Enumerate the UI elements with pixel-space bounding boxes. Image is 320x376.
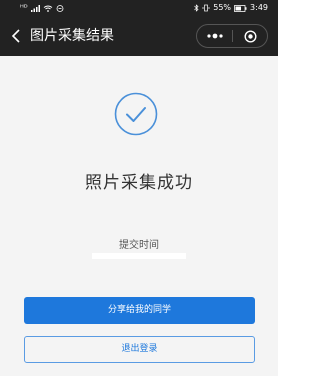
clock: 3:49 [250, 3, 268, 12]
signal-bars-icon [30, 4, 40, 12]
check-circle-icon [114, 92, 158, 136]
status-bar: ᴴᴰ 55% 3:49 [0, 0, 278, 16]
battery-icon [234, 4, 247, 12]
close-mini-program-button[interactable] [233, 25, 267, 47]
result-content: 照片采集成功 提交时间 分享给我的同学 退出登录 [0, 56, 278, 376]
bluetooth-icon [194, 4, 199, 12]
nav-bar: 图片采集结果 [0, 16, 278, 56]
battery-percent: 55% [213, 3, 232, 12]
status-left: ᴴᴰ [20, 0, 64, 16]
submit-time-value-redacted [92, 253, 186, 259]
more-button[interactable] [197, 25, 232, 47]
data-sync-icon [56, 4, 64, 12]
page-title: 图片采集结果 [30, 28, 114, 44]
target-icon [243, 29, 257, 43]
chevron-left-icon[interactable] [10, 28, 24, 44]
more-dots-icon [206, 33, 223, 39]
vibrate-icon [202, 4, 210, 12]
mini-program-capsule [196, 24, 268, 48]
signal-indicator: ᴴᴰ [20, 3, 28, 12]
wifi-icon [43, 5, 52, 12]
success-message: 照片采集成功 [85, 173, 193, 193]
logout-button[interactable]: 退出登录 [24, 336, 255, 363]
status-right: 55% 3:49 [194, 0, 268, 16]
submit-time-label: 提交时间 [119, 240, 159, 251]
share-button[interactable]: 分享给我的同学 [24, 297, 255, 324]
